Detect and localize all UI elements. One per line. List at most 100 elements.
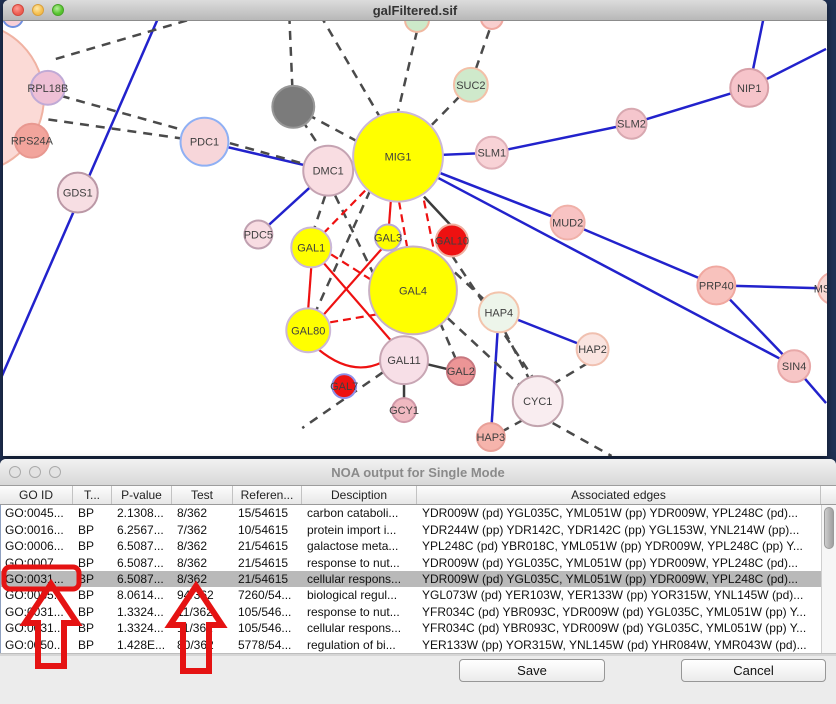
graph-edge — [308, 267, 311, 308]
table-cell: 2.1308... — [113, 506, 173, 520]
column-header-test[interactable]: Test — [172, 486, 233, 504]
table-cell: BP — [74, 539, 113, 553]
graph-node-label: GAL7 — [330, 381, 358, 393]
table-cell: 6.2567... — [113, 523, 173, 537]
graph-node-label: PDC1 — [190, 137, 219, 149]
graph-edge — [503, 420, 523, 431]
table-cell: 21/54615 — [234, 572, 303, 586]
graph-node-label: HAP3 — [476, 432, 505, 444]
graph-node-label: GAL3 — [374, 233, 402, 245]
column-header-desciption[interactable]: Desciption — [302, 486, 417, 504]
table-row[interactable]: GO:0050...BP1.428E...80/3625778/54...reg… — [1, 637, 822, 653]
table-cell: 7260/54... — [234, 588, 303, 602]
table-row[interactable]: GO:0031...BP1.3324...11/362105/546...cel… — [1, 620, 822, 636]
graph-edge — [440, 322, 456, 359]
minimize-button-icon[interactable] — [32, 4, 44, 16]
graph-node-label: HAP2 — [578, 344, 607, 356]
save-button[interactable]: Save — [459, 659, 605, 682]
graph-node-label: NIP1 — [737, 83, 761, 95]
graph-node-label: HAP4 — [484, 307, 513, 319]
graph-edge — [568, 223, 717, 286]
noa-titlebar[interactable]: NOA output for Single Mode — [0, 459, 836, 486]
window-controls — [12, 4, 64, 16]
graph-edge — [323, 191, 365, 234]
table-cell: 7/362 — [173, 523, 234, 537]
table-cell: GO:0031... — [1, 572, 74, 586]
cancel-button[interactable]: Cancel — [681, 659, 826, 682]
table-cell: 8/362 — [173, 572, 234, 586]
close-button-icon[interactable] — [9, 466, 21, 478]
table-cell: BP — [74, 523, 113, 537]
graph-node-corner-node[interactable] — [3, 21, 23, 27]
graph-node-label: GCY1 — [389, 405, 419, 417]
column-header-t[interactable]: T... — [73, 486, 112, 504]
graph-node-top-green[interactable] — [405, 21, 429, 32]
table-row[interactable]: GO:0031...BP1.3324...11/362105/546...res… — [1, 604, 822, 620]
table-cell: regulation of bi... — [303, 638, 418, 652]
table-cell: 10/54615 — [234, 523, 303, 537]
graph-node-top-pink[interactable] — [481, 21, 503, 29]
table-row[interactable]: GO:0065...BP8.0614...94/3627260/54...bio… — [1, 587, 822, 603]
table-cell: 1.3324... — [113, 621, 173, 635]
graph-edge — [553, 363, 588, 384]
graph-edge — [320, 21, 382, 121]
graph-edge — [314, 196, 325, 229]
table-row[interactable]: GO:0045...BP2.1308...8/36215/54615carbon… — [1, 505, 822, 521]
table-bottom-edge — [0, 653, 836, 656]
table-cell: GO:0007... — [1, 556, 74, 570]
column-header-go-id[interactable]: GO ID — [0, 486, 73, 504]
table-row[interactable]: GO:0016...BP6.2567...7/36210/54615protei… — [1, 521, 822, 537]
graph-node-label: MSL1 — [814, 283, 827, 295]
table-cell: YDR244W (pp) YDR142C, YDR142C (pp) YGL15… — [418, 523, 822, 537]
vertical-scrollbar[interactable] — [821, 505, 836, 654]
table-cell: YFR034C (pd) YBR093C, YDR009W (pd) YGL03… — [418, 621, 822, 635]
graph-edge — [56, 21, 206, 59]
network-canvas[interactable]: RPL18BRPS24AGDS1PDC1DMC1PDC5MIG1SUC2SLM1… — [3, 21, 827, 456]
minimize-button-icon[interactable] — [29, 466, 41, 478]
network-titlebar[interactable]: galFiltered.sif — [3, 0, 827, 21]
table-cell: 8/362 — [173, 506, 234, 520]
table-row[interactable]: GO:0031...BP6.5087...8/36221/54615cellul… — [1, 571, 822, 587]
table-cell: 1.3324... — [113, 605, 173, 619]
close-button-icon[interactable] — [12, 4, 24, 16]
table-cell: 80/362 — [173, 638, 234, 652]
graph-node-label: GAL11 — [387, 355, 420, 367]
graph-node-label: PRP40 — [699, 280, 734, 292]
graph-edge — [476, 29, 490, 69]
table-cell: carbon cataboli... — [303, 506, 418, 520]
table-cell: YER133W (pp) YOR315W, YNL145W (pd) YHR08… — [418, 638, 822, 652]
table-cell: YFR034C (pd) YBR093C, YDR009W (pd) YGL03… — [418, 605, 822, 619]
table-cell: BP — [74, 506, 113, 520]
network-window-title: galFiltered.sif — [3, 3, 827, 18]
graph-node-label: SLM2 — [617, 119, 646, 131]
graph-node-label: GDS1 — [63, 188, 93, 200]
table-cell: 15/54615 — [234, 506, 303, 520]
scrollbar-thumb[interactable] — [824, 507, 834, 549]
column-header-referen[interactable]: Referen... — [233, 486, 302, 504]
graph-node-label: GAL1 — [297, 242, 325, 254]
graph-edge — [424, 197, 452, 227]
column-header-p-value[interactable]: P-value — [112, 486, 172, 504]
table-cell: YDR009W (pd) YGL035C, YML051W (pp) YDR00… — [418, 506, 822, 520]
graph-edge — [553, 423, 612, 456]
table-cell: 94/362 — [173, 588, 234, 602]
column-header-associated-edges[interactable]: Associated edges — [417, 486, 821, 504]
zoom-button-icon[interactable] — [49, 466, 61, 478]
table-cell: 8/362 — [173, 539, 234, 553]
table-cell: 8.0614... — [113, 588, 173, 602]
table-cell: BP — [74, 638, 113, 652]
table-cell: 21/54615 — [234, 539, 303, 553]
table-cell: protein import i... — [303, 523, 418, 537]
table-cell: BP — [74, 556, 113, 570]
table-row[interactable]: GO:0006...BP6.5087...8/36221/54615galact… — [1, 538, 822, 554]
table-cell: GO:0050... — [1, 638, 74, 652]
table-cell: 21/54615 — [234, 556, 303, 570]
graph-node-label: GAL80 — [291, 325, 325, 337]
table-cell: YPL248C (pd) YBR018C, YML051W (pp) YDR00… — [418, 539, 822, 553]
graph-edge — [455, 272, 484, 299]
table-cell: cellular respons... — [303, 621, 418, 635]
zoom-button-icon[interactable] — [52, 4, 64, 16]
graph-node-gray-node[interactable] — [272, 86, 314, 128]
table-cell: GO:0065... — [1, 588, 74, 602]
table-row[interactable]: GO:0007...BP6.5087...8/36221/54615respon… — [1, 554, 822, 570]
